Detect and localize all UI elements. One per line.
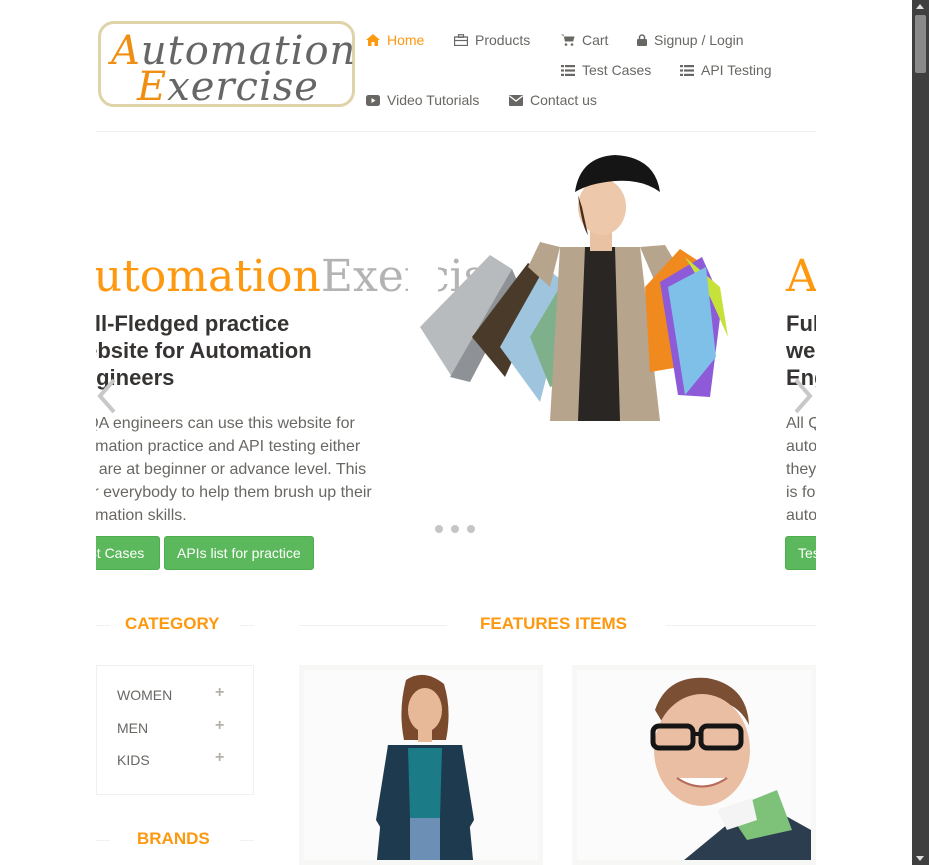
- nav-test-cases-link[interactable]: Test Cases: [561, 62, 651, 78]
- product-image-woman: [304, 670, 538, 860]
- category-men[interactable]: Men: [117, 720, 148, 736]
- expand-plus-icon[interactable]: +: [215, 749, 224, 767]
- list-icon: [561, 64, 575, 76]
- home-icon: [366, 34, 380, 46]
- product-card: [299, 665, 543, 865]
- scroll-up-icon[interactable]: [916, 4, 924, 9]
- slide-heading: Full-Fledged practice website for Automa…: [96, 311, 312, 390]
- carousel-dot[interactable]: [467, 525, 475, 533]
- brands-heading: BRANDS: [137, 829, 210, 848]
- features-items-heading: FEATURES ITEMS: [480, 614, 628, 633]
- carousel-prev-icon[interactable]: [96, 376, 118, 416]
- category-kids[interactable]: Kids: [117, 752, 150, 768]
- briefcase-icon: [454, 34, 468, 46]
- carousel-next-icon[interactable]: [792, 376, 814, 416]
- expand-plus-icon[interactable]: +: [215, 684, 224, 702]
- carousel-indicators: [435, 525, 475, 533]
- nav-products-link[interactable]: Products: [454, 32, 530, 48]
- category-heading: CATEGORY: [125, 614, 220, 633]
- youtube-play-icon: [366, 94, 380, 106]
- expand-plus-icon[interactable]: +: [215, 717, 224, 735]
- scrollbar-thumb[interactable]: [915, 15, 926, 73]
- slide-description: All QA engineers can use this website fo…: [96, 415, 372, 524]
- scroll-down-icon[interactable]: [916, 856, 924, 861]
- site-logo[interactable]: Automation Exercise: [98, 21, 355, 110]
- category-women[interactable]: Women: [117, 687, 172, 703]
- nav-home-link[interactable]: Home: [366, 32, 424, 48]
- category-panel: Women + Men + Kids +: [96, 665, 254, 795]
- cart-icon: [561, 34, 575, 46]
- lock-icon: [637, 34, 647, 46]
- carousel-dot[interactable]: [435, 525, 443, 533]
- product-card: [572, 665, 816, 865]
- product-image-man: [577, 670, 811, 860]
- envelope-icon: [509, 94, 523, 106]
- nav-contact-link[interactable]: Contact us: [509, 92, 597, 108]
- header-divider: [96, 131, 816, 132]
- nav-video-tutorials-link[interactable]: Video Tutorials: [366, 92, 479, 108]
- test-cases-button[interactable]: Test Cases: [96, 536, 160, 570]
- vertical-scrollbar[interactable]: [912, 0, 929, 865]
- nav-api-testing-link[interactable]: API Testing: [680, 62, 772, 78]
- nav-signup-link[interactable]: Signup / Login: [637, 32, 744, 48]
- carousel-dot[interactable]: [451, 525, 459, 533]
- list-icon: [680, 64, 694, 76]
- hero-girl-image: [420, 155, 728, 421]
- hero-carousel: AutomationExercise Full-Fledged practice…: [96, 133, 816, 573]
- apis-list-button[interactable]: APIs list for practice: [164, 536, 314, 570]
- nav-cart-link[interactable]: Cart: [561, 32, 608, 48]
